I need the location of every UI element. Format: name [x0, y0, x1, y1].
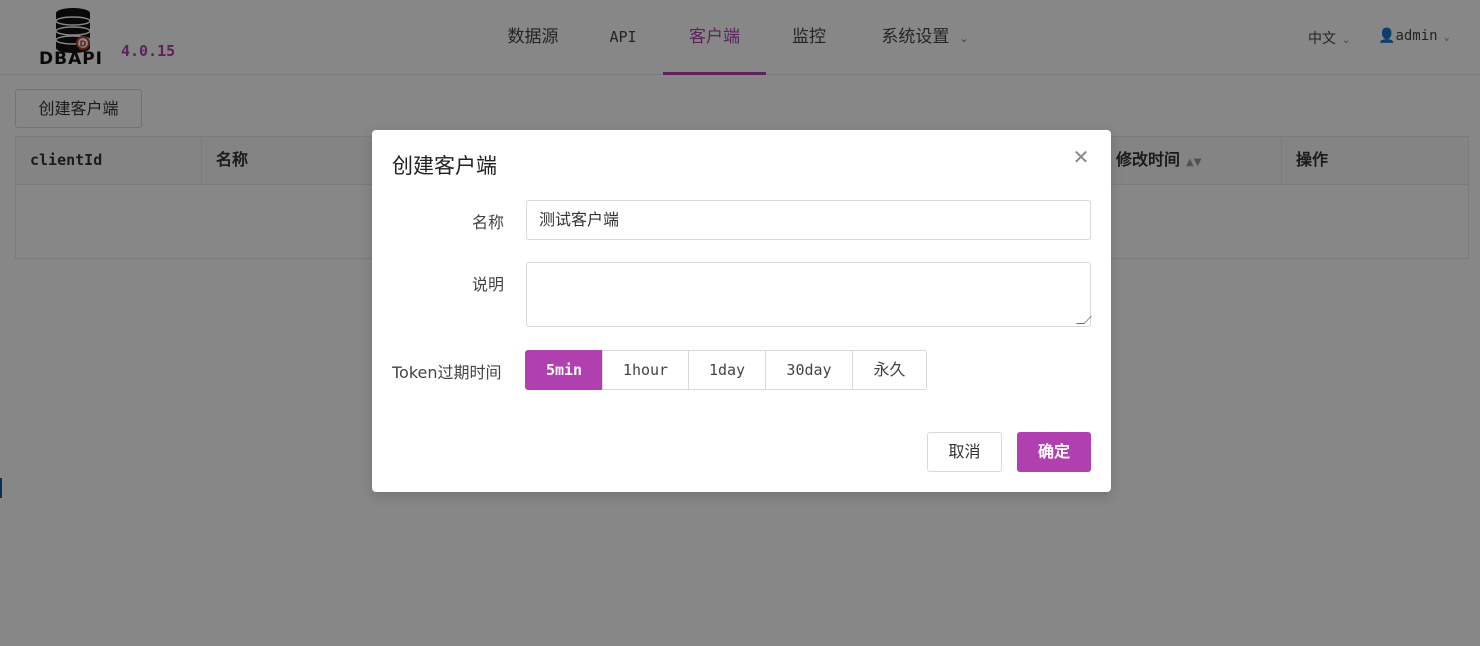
token-option-1day[interactable]: 1day — [688, 350, 766, 390]
token-expire-label: Token过期时间 — [392, 363, 502, 382]
create-client-dialog: 创建客户端 ✕ 名称 测试客户端 说明 Token过期时间 5min 1hour… — [372, 130, 1111, 492]
token-option-1hour[interactable]: 1hour — [602, 350, 689, 390]
dialog-title: 创建客户端 — [392, 154, 497, 178]
token-expire-options: 5min 1hour 1day 30day 永久 — [525, 350, 927, 390]
token-option-5min[interactable]: 5min — [525, 350, 603, 390]
token-option-30day[interactable]: 30day — [765, 350, 853, 390]
confirm-button[interactable]: 确定 — [1017, 432, 1091, 472]
close-icon[interactable]: ✕ — [1070, 146, 1092, 168]
description-label: 说明 — [472, 275, 505, 294]
cancel-button[interactable]: 取消 — [927, 432, 1002, 472]
token-option-forever[interactable]: 永久 — [852, 350, 927, 390]
description-textarea[interactable] — [526, 262, 1092, 327]
name-input[interactable]: 测试客户端 — [526, 200, 1091, 240]
name-label: 名称 — [472, 213, 505, 232]
resize-handle-icon[interactable] — [1076, 316, 1092, 324]
